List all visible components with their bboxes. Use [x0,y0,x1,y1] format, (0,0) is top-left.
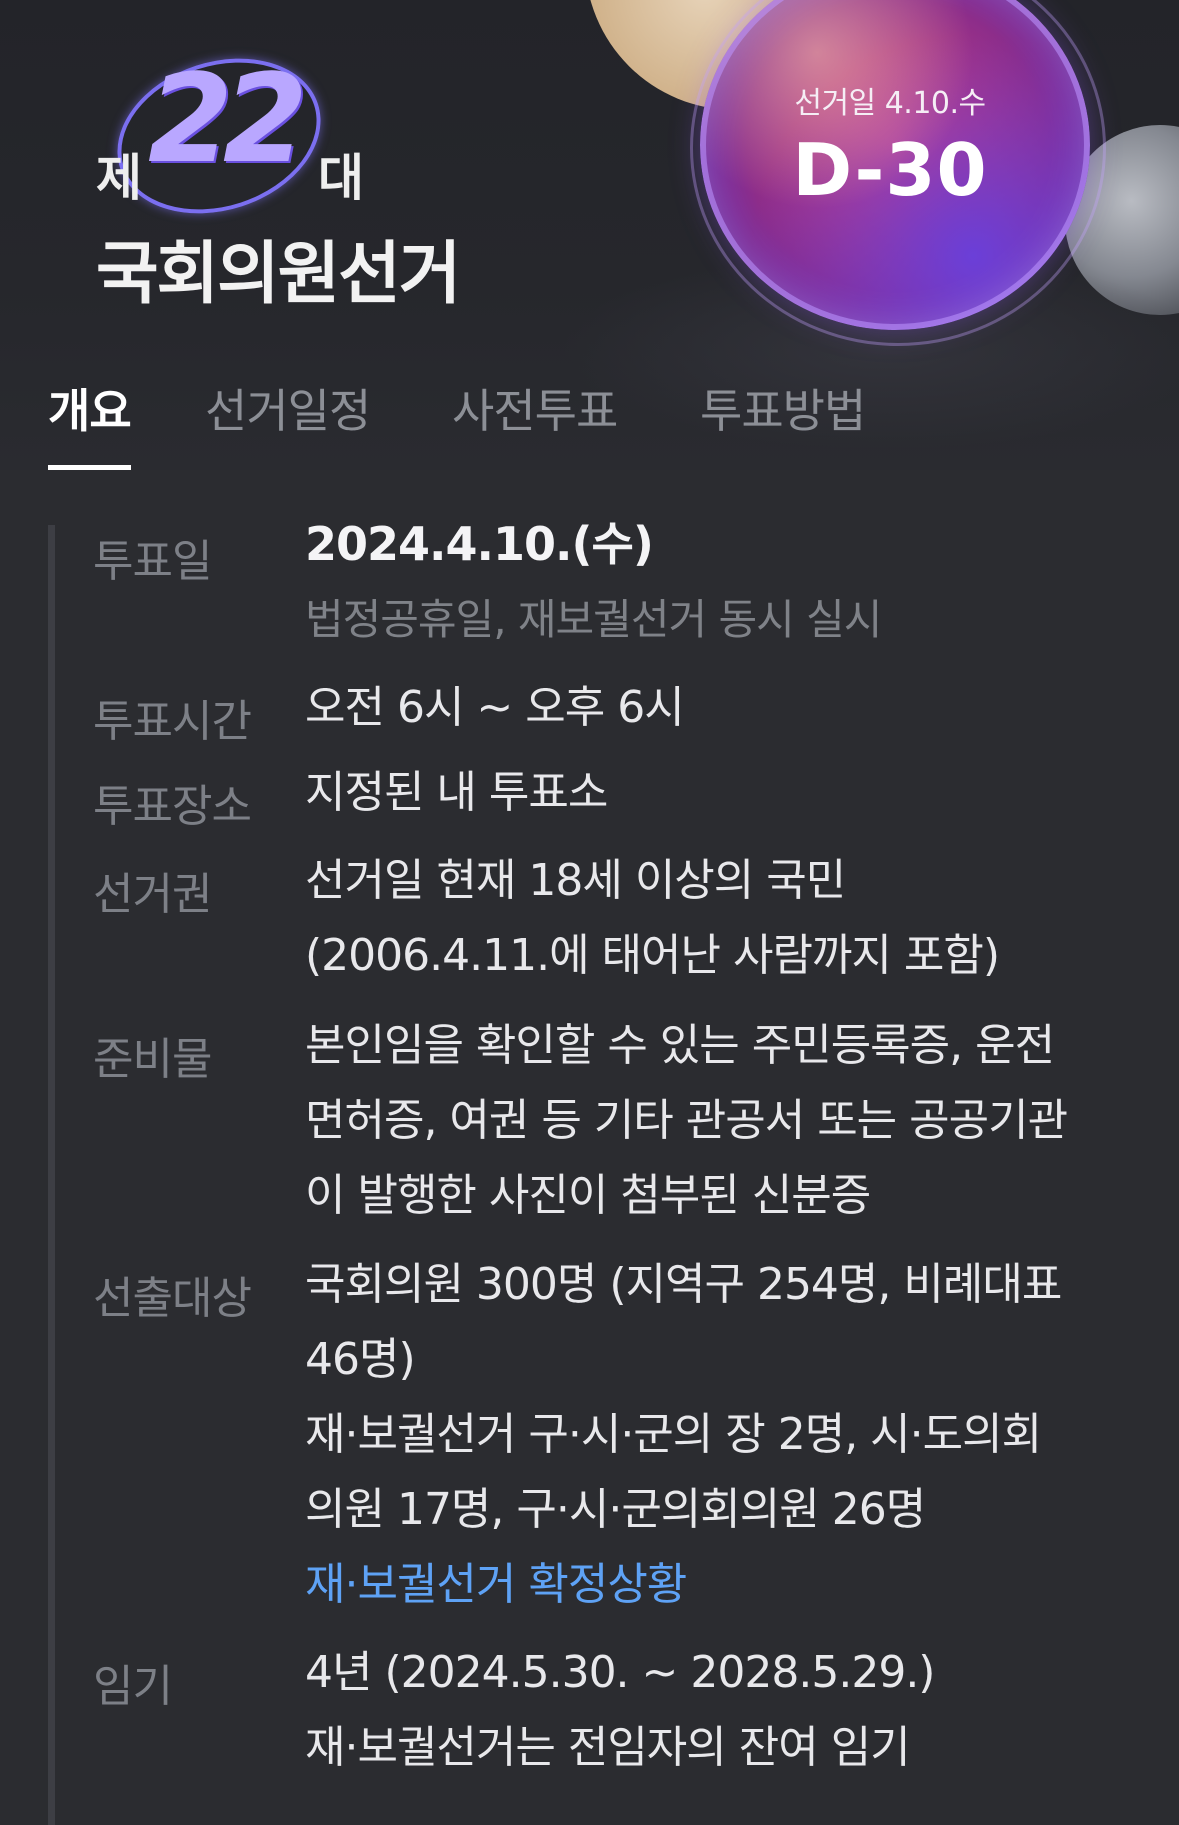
overview-panel: 투표일 2024.4.10.(수) 법정공휴일, 재보궐선거 동시 실시 투표시… [0,470,1179,1825]
target-line: 46명) [305,1334,416,1385]
term-line: 재·보궐선거는 전임자의 잔여 임기 [305,1722,911,1773]
term-value: 4년 (2024.5.30. ~ 2028.5.29.) 재·보궐선거는 전임자… [305,1635,1140,1785]
row-label: 선출대상 [93,1273,252,1324]
suffrage-value: 선거일 현재 18세 이상의 국민 (2006.4.11.에 태어난 사람까지 … [305,843,1140,993]
target-line: 국회의원 300명 (지역구 254명, 비례대표 [305,1259,1062,1310]
suffrage-line: 선거일 현재 18세 이상의 국민 [305,855,846,906]
target-value: 국회의원 300명 (지역구 254명, 비례대표 46명) 재·보궐선거 구·… [305,1247,1140,1622]
items-line: 본인임을 확인할 수 있는 주민등록증, 운전 [305,1020,1055,1071]
tab-schedule[interactable]: 선거일정 [205,375,371,470]
tab-early-voting[interactable]: 사전투표 [452,375,618,470]
row-value: 2024.4.10.(수) 법정공휴일, 재보궐선거 동시 실시 [305,507,1140,657]
suffrage-line: (2006.4.11.에 태어난 사람까지 포함) [305,930,1000,981]
items-line: 이 발행한 사진이 첨부된 신분증 [305,1170,871,1221]
logo-suffix: 대 [318,149,364,207]
election-title: 국회의원선거 [96,235,461,314]
row-label: 임기 [93,1661,173,1712]
election-date-caption: 선거일 4.10.수 [794,86,986,121]
vote-time-value: 오전 6시 ~ 오후 6시 [305,682,685,733]
row-label: 투표일 [93,536,212,587]
logo-prefix: 제 [96,149,142,207]
tab-overview[interactable]: 개요 [48,375,132,470]
left-accent-bar [48,525,55,1825]
by-election-status-link[interactable]: 재·보궐선거 확정상황 [305,1547,1140,1622]
vote-date-note: 법정공휴일, 재보궐선거 동시 실시 [305,595,882,644]
row-label: 투표장소 [93,781,252,832]
tab-voting-method[interactable]: 투표방법 [700,375,866,470]
election-banner: 선거일 4.10.수 D-30 22 제 대 국회의원선거 개요 선거일정 사전… [0,0,1179,470]
tab-bar: 개요 선거일정 사전투표 투표방법 [0,365,1179,470]
vote-date-value: 2024.4.10.(수) [305,517,654,571]
target-line: 의원 17명, 구·시·군의회의원 26명 [305,1484,926,1535]
dday-counter: D-30 [792,128,988,212]
term-line: 4년 (2024.5.30. ~ 2028.5.29.) [305,1647,935,1698]
row-label: 준비물 [93,1034,212,1085]
logo-number: 22 [148,48,308,190]
items-line: 면허증, 여권 등 기타 관공서 또는 공공기관 [305,1095,1068,1146]
row-label: 선거권 [93,869,212,920]
row-label: 투표시간 [93,696,252,747]
items-value: 본인임을 확인할 수 있는 주민등록증, 운전 면허증, 여권 등 기타 관공서… [305,1008,1140,1233]
target-line: 재·보궐선거 구·시·군의 장 2명, 시·도의회 [305,1409,1042,1460]
vote-place-value: 지정된 내 투표소 [305,767,608,818]
